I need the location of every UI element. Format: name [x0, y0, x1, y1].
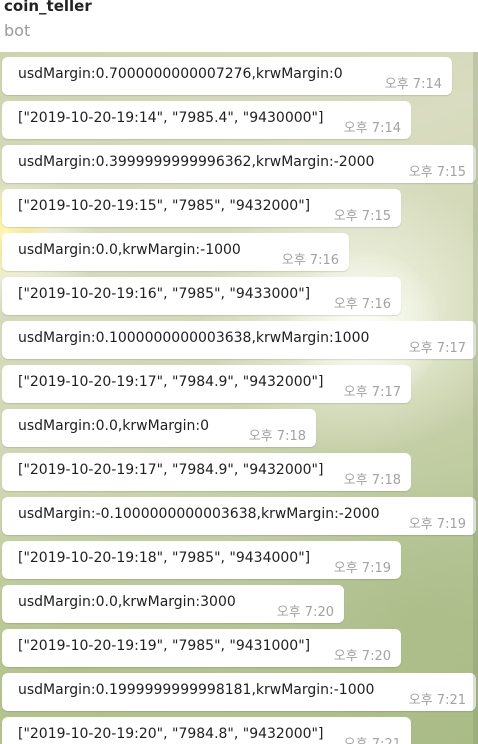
message-text: ["2019-10-20-19:20", "7984.8", "9432000"…	[18, 726, 324, 742]
message-bubble[interactable]: ["2019-10-20-19:19", "7985", "9431000"] …	[2, 629, 401, 667]
message-text: ["2019-10-20-19:16", "7985", "9433000"]	[18, 286, 311, 302]
message-text: usdMargin:0.1000000000003638,krwMargin:1…	[18, 330, 370, 346]
message-time: 오후 7:18	[343, 473, 401, 488]
message-bubble[interactable]: ["2019-10-20-19:16", "7985", "9433000"] …	[2, 277, 401, 315]
message-time: 오후 7:17	[408, 341, 466, 356]
message-bubble[interactable]: usdMargin:0.7000000000007276,krwMargin:0…	[2, 57, 452, 95]
chat-title[interactable]: coin_teller	[4, 0, 92, 15]
message-text: ["2019-10-20-19:18", "7985", "9434000"]	[18, 550, 311, 566]
chat-window: coin_teller bot usdMargin:0.700000000000…	[0, 0, 478, 744]
message-time: 오후 7:17	[343, 385, 401, 400]
message-text: usdMargin:0.3999999999996362,krwMargin:-…	[18, 154, 375, 170]
message-bubble[interactable]: ["2019-10-20-19:18", "7985", "9434000"] …	[2, 541, 401, 579]
message-bubble[interactable]: usdMargin:0.0,krwMargin:0 오후 7:18	[2, 409, 316, 447]
message-time: 오후 7:15	[333, 209, 391, 224]
message-bubble[interactable]: usdMargin:0.1000000000003638,krwMargin:1…	[2, 321, 476, 359]
message-text: usdMargin:0.1999999999998181,krwMargin:-…	[18, 682, 375, 698]
message-bubble[interactable]: usdMargin:0.3999999999996362,krwMargin:-…	[2, 145, 476, 183]
message-text: ["2019-10-20-19:15", "7985", "9432000"]	[18, 198, 311, 214]
message-bubble[interactable]: usdMargin:0.1999999999998181,krwMargin:-…	[2, 673, 476, 711]
message-time: 오후 7:18	[248, 429, 306, 444]
message-text: ["2019-10-20-19:19", "7985", "9431000"]	[18, 638, 311, 654]
message-text: usdMargin:0.0,krwMargin:3000	[18, 594, 236, 610]
message-time: 오후 7:14	[384, 77, 442, 92]
message-text: usdMargin:0.0,krwMargin:-1000	[18, 242, 241, 258]
message-bubble[interactable]: ["2019-10-20-19:20", "7984.8", "9432000"…	[2, 717, 411, 744]
message-text: usdMargin:-0.1000000000003638,krwMargin:…	[18, 506, 380, 522]
message-time: 오후 7:16	[281, 253, 339, 268]
message-time: 오후 7:14	[343, 121, 401, 136]
chat-header: coin_teller bot	[0, 0, 478, 52]
message-bubble[interactable]: usdMargin:0.0,krwMargin:-1000 오후 7:16	[2, 233, 349, 271]
message-text: usdMargin:0.7000000000007276,krwMargin:0	[18, 66, 343, 82]
message-text: ["2019-10-20-19:17", "7984.9", "9432000"…	[18, 462, 324, 478]
message-bubble[interactable]: ["2019-10-20-19:15", "7985", "9432000"] …	[2, 189, 401, 227]
message-bubble[interactable]: ["2019-10-20-19:14", "7985.4", "9430000"…	[2, 101, 411, 139]
message-time: 오후 7:16	[333, 297, 391, 312]
message-text: ["2019-10-20-19:14", "7985.4", "9430000"…	[18, 110, 324, 126]
message-text: ["2019-10-20-19:17", "7984.9", "9432000"…	[18, 374, 324, 390]
message-time: 오후 7:20	[333, 649, 391, 664]
message-bubble[interactable]: ["2019-10-20-19:17", "7984.9", "9432000"…	[2, 453, 411, 491]
message-time: 오후 7:21	[344, 733, 401, 744]
message-list[interactable]: usdMargin:0.7000000000007276,krwMargin:0…	[0, 52, 478, 744]
message-bubble[interactable]: usdMargin:-0.1000000000003638,krwMargin:…	[2, 497, 476, 535]
message-time: 오후 7:21	[408, 693, 466, 708]
message-time: 오후 7:20	[276, 605, 334, 620]
message-bubble[interactable]: usdMargin:0.0,krwMargin:3000 오후 7:20	[2, 585, 344, 623]
message-text: usdMargin:0.0,krwMargin:0	[18, 418, 210, 434]
message-bubble[interactable]: ["2019-10-20-19:17", "7984.9", "9432000"…	[2, 365, 411, 403]
message-time: 오후 7:19	[333, 561, 391, 576]
message-time: 오후 7:15	[408, 165, 466, 180]
chat-subtitle: bot	[4, 21, 31, 40]
scrollbar[interactable]	[473, 52, 478, 744]
message-time: 오후 7:19	[408, 517, 466, 532]
